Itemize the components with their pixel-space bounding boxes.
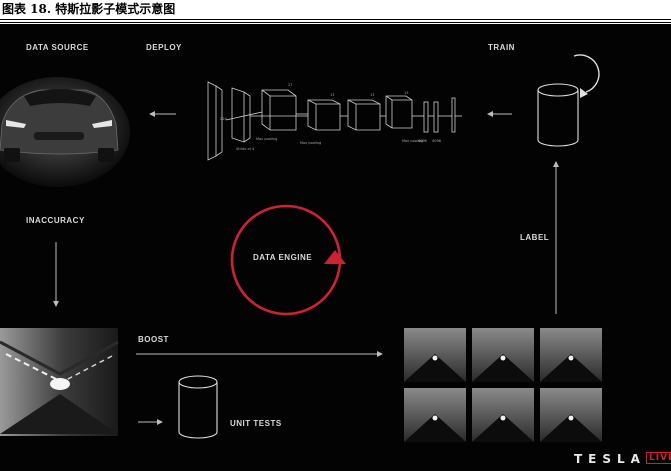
tunnel-image (0, 328, 119, 436)
svg-text:13: 13 (330, 93, 334, 97)
deploy-label: DEPLOY (146, 43, 182, 52)
svg-text:4096: 4096 (418, 139, 427, 143)
unit-tests-database-icon (178, 375, 218, 439)
car-image (0, 77, 130, 187)
unit-tests-label: UNIT TESTS (230, 419, 282, 428)
caption-rule-top (0, 19, 671, 20)
data-source-label: DATA SOURCE (26, 43, 89, 52)
live-badge: LIVE (646, 452, 671, 464)
data-engine-label: DATA ENGINE (253, 253, 313, 262)
network-layer-text: 224 Stride of 4 Max pooling Max pooling … (220, 83, 441, 151)
svg-text:27: 27 (288, 83, 292, 87)
svg-text:13: 13 (370, 93, 374, 97)
diagram-graphics: 224 Stride of 4 Max pooling Max pooling … (0, 54, 602, 442)
tesla-logo: TESLA (574, 452, 646, 466)
svg-text:13: 13 (404, 91, 408, 95)
svg-text:224: 224 (220, 117, 227, 121)
label-label: LABEL (520, 233, 550, 242)
diagram-stage: 224 Stride of 4 Max pooling Max pooling … (0, 24, 671, 471)
database-cylinder-icon (537, 83, 579, 147)
train-label: TRAIN (488, 43, 515, 52)
svg-text:4096: 4096 (432, 139, 441, 143)
tunnel-thumbnail-grid (404, 328, 602, 442)
boost-label: BOOST (138, 335, 169, 344)
page: 图表 18. 特斯拉影子模式示意图 224 Stride of 4 Max po… (0, 0, 671, 471)
figure-caption: 图表 18. 特斯拉影子模式示意图 (0, 0, 671, 20)
svg-text:Stride of 4: Stride of 4 (236, 147, 255, 151)
caption-rule-bottom (0, 22, 671, 23)
svg-text:Max pooling: Max pooling (256, 137, 277, 141)
inaccuracy-label: INACCURACY (26, 216, 85, 225)
svg-text:Max pooling: Max pooling (300, 141, 321, 145)
